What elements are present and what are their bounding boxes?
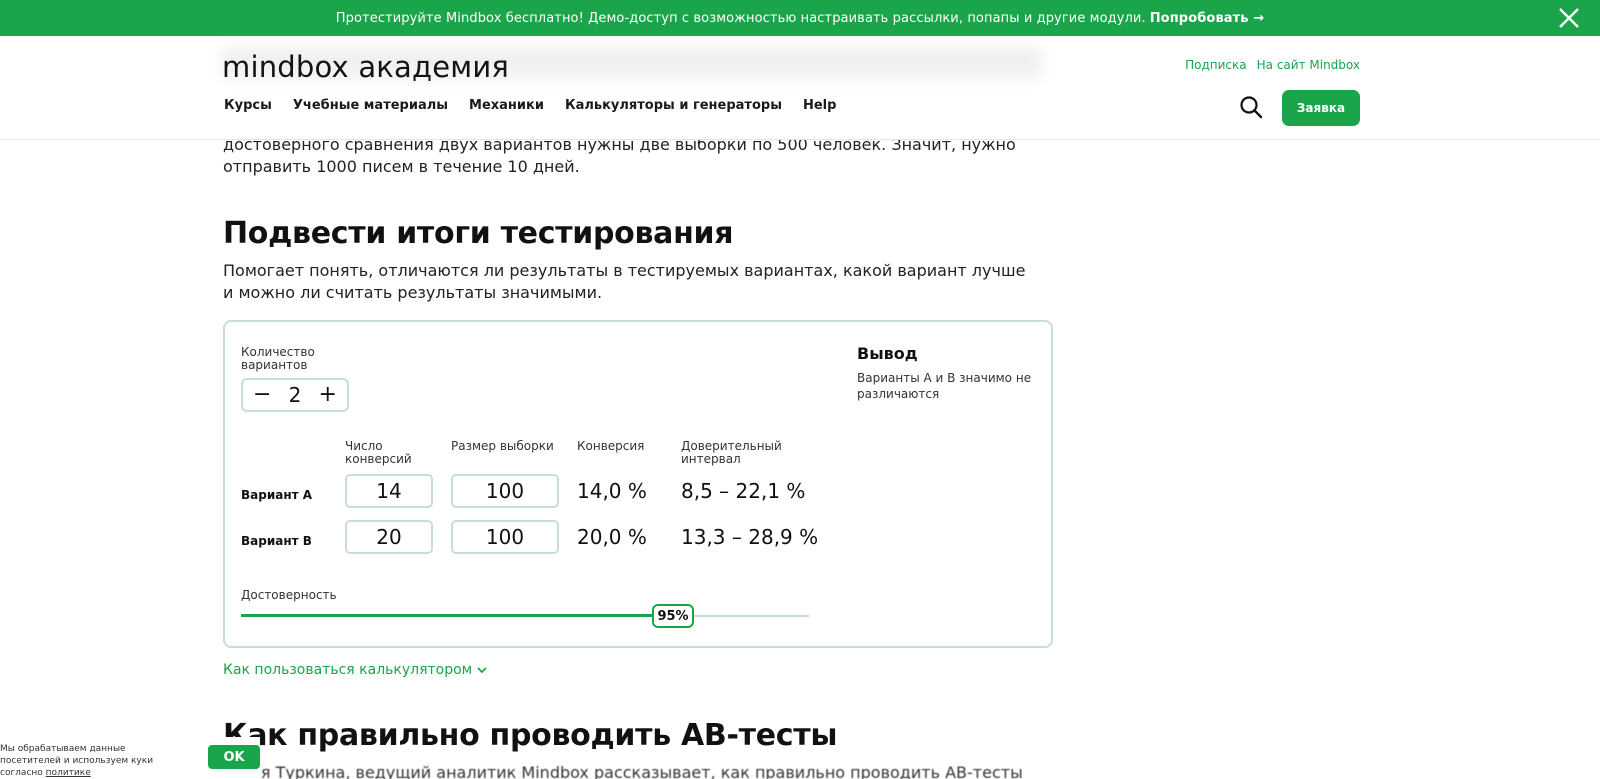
section-description: Помогает понять, отличаются ли результат…: [223, 260, 1025, 304]
variants-count-value[interactable]: 2: [289, 383, 302, 407]
output-title: Вывод: [857, 344, 918, 363]
promo-try-link[interactable]: Попробовать →: [1150, 11, 1265, 26]
logo[interactable]: mindbox академия: [222, 50, 509, 84]
variants-stepper: − 2 +: [241, 378, 349, 412]
search-icon[interactable]: [1238, 94, 1264, 120]
chevron-down-icon: [477, 667, 487, 674]
cookie-notice: Мы обрабатываем данные посетителей и исп…: [0, 737, 260, 779]
variant-b-interval: 13,3 – 28,9 %: [681, 525, 819, 549]
howto-link[interactable]: Как пользоваться калькулятором: [223, 662, 487, 678]
nav-item-calculators[interactable]: Калькуляторы и генераторы: [565, 98, 782, 113]
ab-section-title: Как правильно проводить АВ-тесты: [223, 718, 838, 753]
variant-b-conversion: 20,0 %: [577, 525, 647, 549]
variant-a-label: Вариант А: [241, 488, 313, 502]
output-text: Варианты А и В значимо не различаются: [857, 371, 1032, 401]
variants-count-label: Количество вариантов: [241, 346, 351, 372]
variant-a-conversions-input[interactable]: 14: [345, 474, 433, 508]
site-header: mindbox академия Подписка На сайт Mindbo…: [0, 36, 1600, 140]
nav-item-courses[interactable]: Курсы: [224, 98, 272, 113]
howto-link-label: Как пользоваться калькулятором: [223, 662, 473, 678]
intro-paragraph: достоверного сравнения двух вариантов ну…: [223, 134, 1016, 178]
column-interval: Доверительный интервал: [681, 440, 782, 466]
variant-a-interval: 8,5 – 22,1 %: [681, 479, 806, 503]
close-icon[interactable]: [1556, 5, 1582, 31]
subscribe-link[interactable]: Подписка: [1185, 58, 1247, 72]
promo-banner: Протестируйте Mindbox бесплатно! Демо-до…: [0, 0, 1600, 36]
reliability-label: Достоверность: [241, 588, 337, 602]
reliability-slider-thumb[interactable]: 95%: [652, 604, 694, 628]
variant-a-sample-input[interactable]: 100: [451, 474, 559, 508]
column-conversion: Конверсия: [577, 439, 645, 453]
variant-b-conversions-input[interactable]: 20: [345, 520, 433, 554]
nav-item-materials[interactable]: Учебные материалы: [293, 98, 448, 113]
section-desc-line-2: и можно ли считать результаты значимыми.: [223, 283, 603, 302]
cookie-ok-button[interactable]: OK: [208, 745, 260, 769]
decrement-button[interactable]: −: [253, 384, 271, 406]
column-conversions-line-2: конверсий: [345, 452, 412, 466]
column-conversions: Число конверсий: [345, 440, 412, 466]
column-interval-line-2: интервал: [681, 452, 741, 466]
intro-line-2: отправить 1000 писем в течение 10 дней.: [223, 157, 580, 176]
main-nav: Курсы Учебные материалы Механики Калькул…: [224, 98, 836, 113]
reliability-slider[interactable]: 95%: [241, 604, 809, 628]
cookie-policy-link[interactable]: политике: [46, 768, 91, 778]
request-button[interactable]: Заявка: [1282, 90, 1360, 126]
nav-item-help[interactable]: Help: [803, 98, 836, 113]
ab-section-text: Юлия Туркина, ведущий аналитик Mindbox р…: [223, 763, 1023, 779]
ab-test-calculator: Количество вариантов − 2 + Число конверс…: [223, 320, 1053, 648]
section-title: Подвести итоги тестирования: [223, 216, 734, 251]
section-desc-line-1: Помогает понять, отличаются ли результат…: [223, 261, 1026, 280]
cookie-text: Мы обрабатываем данные посетителей и исп…: [0, 743, 180, 779]
mindbox-site-link[interactable]: На сайт Mindbox: [1257, 58, 1360, 72]
variant-b-label: Вариант В: [241, 534, 312, 548]
top-links: Подписка На сайт Mindbox: [1185, 58, 1360, 72]
reliability-slider-fill: [241, 614, 673, 617]
promo-text: Протестируйте Mindbox бесплатно! Демо-до…: [335, 10, 1146, 26]
increment-button[interactable]: +: [319, 384, 337, 406]
nav-item-mechanics[interactable]: Механики: [469, 98, 544, 113]
variant-a-conversion: 14,0 %: [577, 479, 647, 503]
column-sample-size: Размер выборки: [451, 439, 554, 453]
variants-label-line-2: вариантов: [241, 358, 308, 372]
variant-b-sample-input[interactable]: 100: [451, 520, 559, 554]
